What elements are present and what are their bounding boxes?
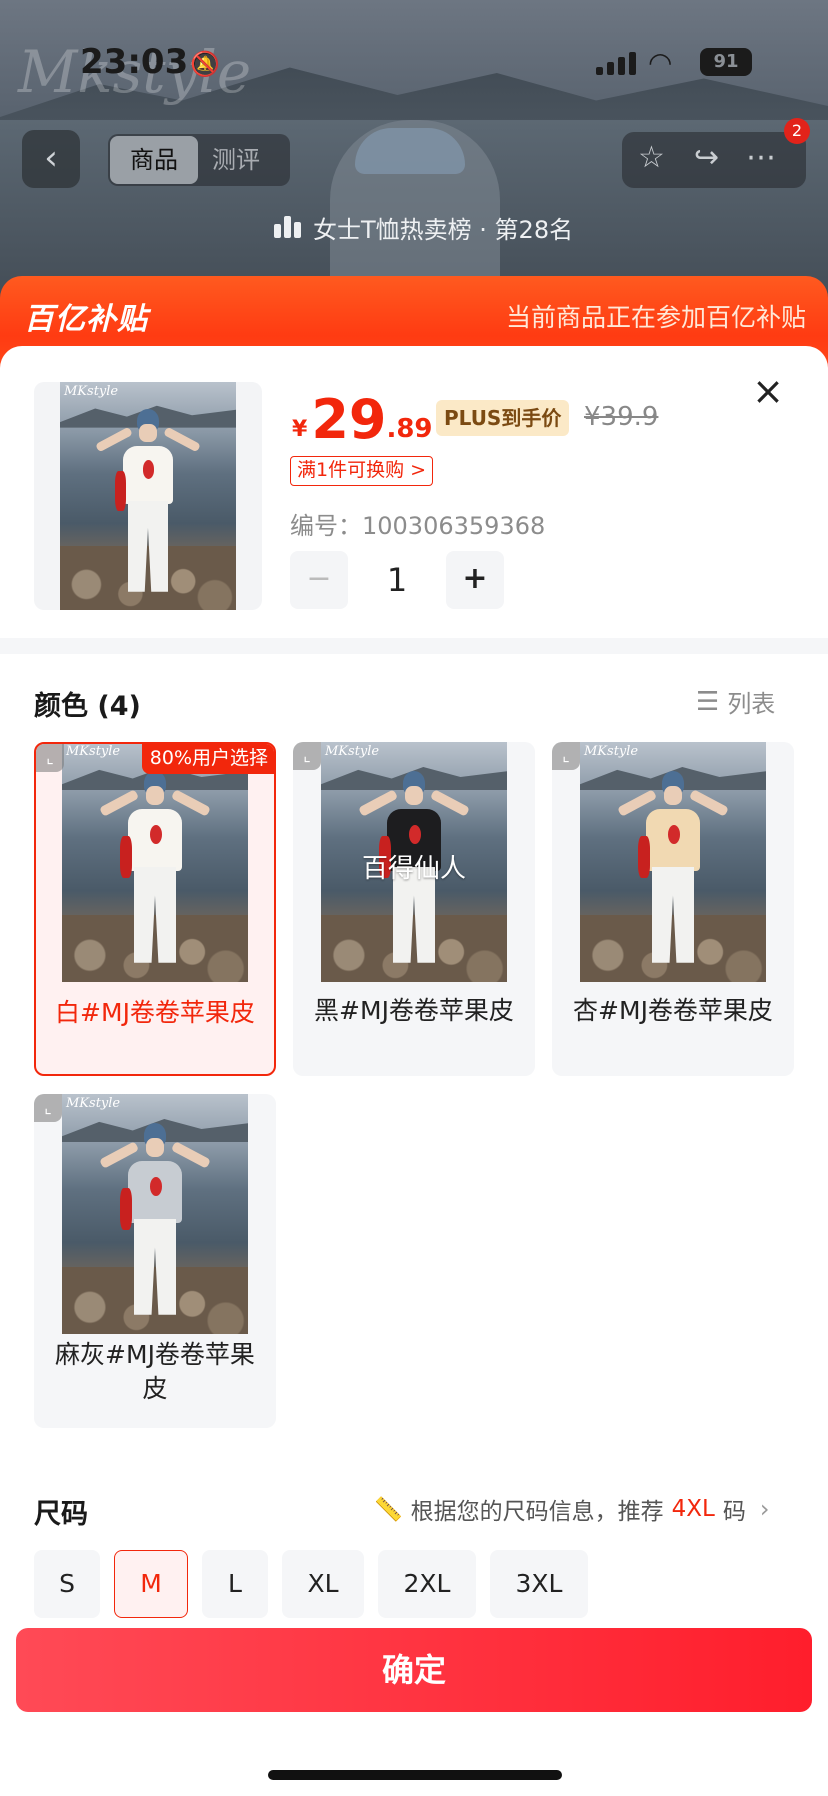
size-options: S M L XL 2XL 3XL — [34, 1550, 588, 1618]
price: ¥ 29 .89 — [292, 386, 433, 450]
color-option-black[interactable]: ⌞ MKstyle 百得仙人 黑#MJ卷卷苹果皮 — [293, 742, 535, 1076]
subsidy-message: 当前商品正在参加百亿补贴 — [505, 303, 806, 332]
list-view-toggle[interactable]: ☰ 列表 — [696, 684, 775, 719]
product-photo: MKstyle — [60, 382, 236, 610]
subsidy-logo: 百亿补贴 — [24, 302, 148, 337]
tab-product[interactable]: 商品 — [110, 136, 198, 184]
product-thumbnail[interactable]: MKstyle — [34, 382, 262, 610]
more-icon[interactable]: ⋯ — [746, 140, 776, 175]
ranking-pill[interactable]: 女士T恤热卖榜 · 第28名 — [274, 206, 573, 248]
list-view-label: 列表 — [727, 690, 776, 718]
expand-icon[interactable]: ⌞ — [293, 742, 321, 770]
status-time: 23:03 — [80, 42, 189, 82]
message-badge: 2 — [784, 118, 810, 144]
quantity-stepper: − 1 + — [290, 550, 504, 610]
color-option-apricot[interactable]: ⌞ MKstyle 杏#MJ卷卷苹果皮 — [552, 742, 794, 1076]
color-photo-grey: MKstyle — [62, 1094, 248, 1334]
ruler-icon: 📏 — [374, 1496, 403, 1523]
size-recommendation[interactable]: 📏 根据您的尺码信息，推荐 4XL 码 › — [374, 1492, 769, 1526]
price-decimal: .89 — [386, 414, 433, 444]
confirm-button[interactable]: 确定 — [16, 1628, 812, 1712]
list-view-icon: ☰ — [696, 686, 720, 717]
chevron-right-icon: › — [759, 1495, 770, 1523]
color-option-white[interactable]: ⌞ 80%用户选择 MKstyle 白#MJ卷卷苹果皮 — [34, 742, 276, 1076]
size-hint-prefix: 根据您的尺码信息，推荐 — [410, 1499, 664, 1525]
thumb-logo: MKstyle — [66, 744, 121, 759]
color-option-grey[interactable]: ⌞ MKstyle 麻灰#MJ卷卷苹果皮 — [34, 1094, 276, 1428]
back-button[interactable]: ‹ — [22, 130, 80, 188]
sku-selection-sheet: MKstyle ¥ 29 .89 PLUS到手价 ¥39.9 满1件可换购 > … — [0, 346, 828, 1796]
popular-choice-badge: 80%用户选择 — [141, 744, 274, 774]
photo-overlay-text: 百得仙人 — [361, 854, 466, 884]
quantity-minus-button[interactable]: − — [290, 551, 348, 609]
sku-number: 编号：100306359368 — [290, 512, 546, 540]
color-photo-apricot: MKstyle — [580, 742, 766, 982]
expand-icon[interactable]: ⌞ — [34, 1094, 62, 1122]
share-icon[interactable]: ↪ — [694, 140, 719, 175]
thumb-logo: MKstyle — [66, 1096, 121, 1111]
quantity-value[interactable]: 1 — [348, 561, 446, 599]
topbar-actions: ☆ ↪ ⋯ 2 — [622, 118, 810, 188]
cellular-signal-icon — [596, 52, 636, 75]
thumb-logo: MKstyle — [64, 384, 119, 399]
size-option-xl[interactable]: XL — [282, 1550, 364, 1618]
battery-indicator: 91 — [700, 48, 752, 76]
price-currency: ¥ — [292, 417, 308, 442]
home-indicator[interactable] — [268, 1770, 562, 1780]
color-label: 麻灰#MJ卷卷苹果皮 — [55, 1340, 255, 1403]
color-label: 杏#MJ卷卷苹果皮 — [573, 996, 773, 1025]
ranking-bars-icon — [274, 216, 301, 238]
exchange-promo-tag[interactable]: 满1件可换购 > — [290, 456, 434, 486]
wifi-icon: ◠ — [648, 46, 673, 79]
size-option-3xl[interactable]: 3XL — [490, 1550, 588, 1618]
close-icon[interactable]: × — [752, 372, 784, 410]
thumb-logo: MKstyle — [584, 744, 639, 759]
product-topbar: ‹ 商品 测评 ☆ ↪ ⋯ 2 — [0, 118, 828, 190]
quantity-plus-button[interactable]: + — [446, 551, 504, 609]
size-section-title: 尺码 — [34, 1499, 88, 1530]
plus-price-tag: PLUS到手价 — [436, 400, 570, 436]
recommended-size: 4XL — [671, 1496, 715, 1522]
thumb-logo: MKstyle — [325, 744, 380, 759]
tab-review[interactable]: 测评 — [212, 136, 282, 184]
color-photo-white: MKstyle — [62, 744, 248, 982]
size-option-l[interactable]: L — [202, 1550, 268, 1618]
color-section-title: 颜色 (4) — [34, 691, 141, 722]
color-label: 黑#MJ卷卷苹果皮 — [314, 996, 514, 1025]
original-price: ¥39.9 — [584, 402, 659, 432]
status-bar: 23:03 🔕 ◠ 91 — [0, 40, 828, 84]
favorite-star-icon[interactable]: ☆ — [638, 140, 665, 175]
expand-icon[interactable]: ⌞ — [552, 742, 580, 770]
ranking-text: 女士T恤热卖榜 · 第28名 — [313, 215, 574, 244]
page-tabs: 商品 测评 — [108, 134, 290, 186]
size-option-s[interactable]: S — [34, 1550, 100, 1618]
price-integer: 29 — [311, 388, 387, 451]
silent-bell-icon: 🔕 — [190, 50, 220, 78]
expand-icon[interactable]: ⌞ — [36, 744, 64, 772]
size-hint-suffix: 码 — [722, 1499, 746, 1525]
size-option-2xl[interactable]: 2XL — [378, 1550, 476, 1618]
section-divider — [0, 638, 828, 654]
color-label: 白#MJ卷卷苹果皮 — [55, 998, 255, 1027]
size-option-m[interactable]: M — [114, 1550, 188, 1618]
